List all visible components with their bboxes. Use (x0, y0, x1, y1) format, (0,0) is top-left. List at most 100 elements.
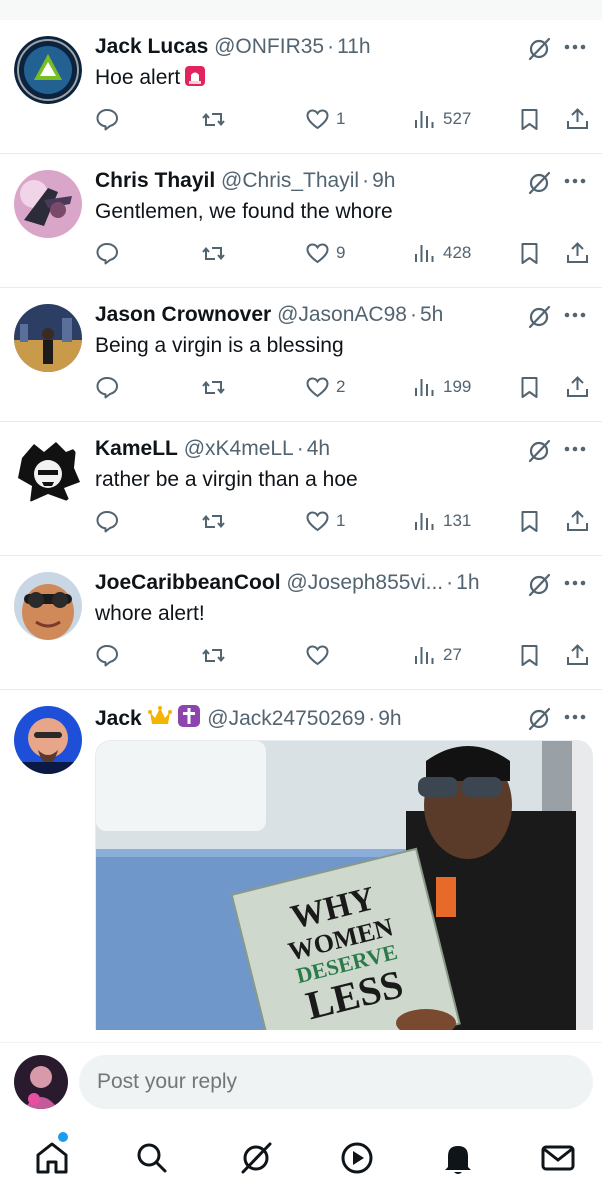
tweet[interactable]: Chris Thayil @Chris_Thayil · 9h Gentlemen,… (0, 154, 602, 288)
tweet-actions: 27 (95, 640, 588, 670)
bookmark-button[interactable] (517, 640, 542, 670)
bookmark-button[interactable] (517, 104, 542, 134)
like-button[interactable]: 2 (305, 372, 345, 402)
more-options-icon[interactable] (562, 34, 588, 60)
like-count: 1 (336, 109, 346, 128)
grok-icon[interactable] (526, 438, 552, 464)
timestamp[interactable]: 9h (378, 707, 401, 730)
separator-dot: · (409, 303, 417, 326)
share-button[interactable] (565, 640, 590, 670)
grok-icon[interactable] (526, 170, 552, 196)
reply-button[interactable] (95, 104, 120, 134)
more-options-icon[interactable] (562, 704, 588, 730)
more-options-icon[interactable] (562, 302, 588, 328)
author-name[interactable]: Jason Crownover (95, 303, 271, 326)
repost-button[interactable] (201, 506, 226, 536)
views-button[interactable]: 199 (412, 372, 471, 402)
bookmark-icon (521, 376, 538, 398)
tweet[interactable]: JoeCaribbeanCool @Joseph855vi... · 1h whor… (0, 556, 602, 690)
avatar[interactable] (14, 36, 82, 104)
repost-button[interactable] (201, 238, 226, 268)
view-count: 27 (443, 645, 462, 664)
like-button[interactable] (305, 640, 336, 670)
my-avatar[interactable] (14, 1055, 68, 1109)
views-button[interactable]: 428 (412, 238, 471, 268)
nav-grok[interactable] (236, 1138, 276, 1178)
author-name[interactable]: Jack Lucas (95, 35, 208, 58)
tweet-actions: 1 131 (95, 506, 588, 536)
author-handle[interactable]: @JasonAC98 (277, 303, 407, 326)
repost-button[interactable] (201, 372, 226, 402)
share-button[interactable] (565, 506, 590, 536)
like-button[interactable]: 1 (305, 506, 345, 536)
views-button[interactable]: 527 (412, 104, 471, 134)
avatar[interactable] (14, 304, 82, 372)
tweet-image[interactable]: WHY WOMEN DESERVE LESS (95, 740, 593, 1030)
author-name[interactable]: JoeCaribbeanCool (95, 571, 281, 594)
like-button[interactable]: 9 (305, 238, 345, 268)
author-handle[interactable]: @xK4meLL (184, 437, 294, 460)
timestamp[interactable]: 1h (456, 571, 479, 594)
more-options-icon[interactable] (562, 436, 588, 462)
reply-icon (96, 242, 118, 264)
tweet[interactable]: Jack Lucas @ONFIR35 · 11h Hoe alert 1 527 (0, 20, 602, 154)
share-button[interactable] (565, 238, 590, 268)
tweet-text-content: Hoe alert (95, 66, 181, 89)
repost-icon (202, 648, 225, 662)
reply-button[interactable] (95, 640, 120, 670)
repost-icon (202, 380, 225, 394)
repost-button[interactable] (201, 640, 226, 670)
cross-icon (178, 705, 201, 727)
bookmark-icon (521, 644, 538, 666)
like-button[interactable]: 1 (305, 104, 345, 134)
author-handle[interactable]: @Joseph855vi... (286, 571, 443, 594)
tweet[interactable]: KameLL @xK4meLL · 4h rather be a virgin th… (0, 422, 602, 556)
grok-icon[interactable] (526, 706, 552, 732)
views-button[interactable]: 27 (412, 640, 462, 670)
bookmark-button[interactable] (517, 372, 542, 402)
nav-messages[interactable] (538, 1138, 578, 1178)
author-name[interactable]: Chris Thayil (95, 169, 215, 192)
more-options-icon[interactable] (562, 570, 588, 596)
nav-video[interactable] (337, 1138, 377, 1178)
tweet[interactable]: Jason Crownover @JasonAC98 · 5h Being a vi… (0, 288, 602, 422)
grok-icon (241, 1142, 272, 1174)
tweet[interactable]: Jack @Jack24750269 · 9h WHY WOMEN DESERV… (0, 690, 602, 1030)
meme-image: WHY WOMEN DESERVE LESS (96, 741, 592, 1030)
reply-button[interactable] (95, 372, 120, 402)
share-button[interactable] (565, 372, 590, 402)
reply-button[interactable] (95, 506, 120, 536)
crown-icon (147, 706, 172, 724)
tweet-text: rather be a virgin than a hoe (95, 468, 358, 491)
nav-notifications[interactable] (438, 1138, 478, 1178)
repost-button[interactable] (201, 104, 226, 134)
bookmark-button[interactable] (517, 506, 542, 536)
author-name[interactable]: KameLL (95, 437, 178, 460)
reply-feed[interactable]: Jack Lucas @ONFIR35 · 11h Hoe alert 1 527 … (0, 20, 602, 1030)
grok-icon[interactable] (526, 304, 552, 330)
grok-icon[interactable] (526, 572, 552, 598)
avatar[interactable] (14, 572, 82, 640)
timestamp[interactable]: 9h (372, 169, 395, 192)
nav-home[interactable] (32, 1138, 72, 1178)
timestamp[interactable]: 5h (420, 303, 443, 326)
author-handle[interactable]: @ONFIR35 (214, 35, 324, 58)
grok-icon[interactable] (526, 36, 552, 62)
nav-search[interactable] (132, 1138, 172, 1178)
reply-input[interactable] (79, 1055, 593, 1109)
views-button[interactable]: 131 (412, 506, 471, 536)
avatar[interactable] (14, 438, 82, 506)
more-options-icon[interactable] (562, 168, 588, 194)
share-button[interactable] (565, 104, 590, 134)
repost-icon (202, 514, 225, 528)
author-handle[interactable]: @Jack24750269 (207, 707, 365, 730)
avatar[interactable] (14, 706, 82, 774)
heart-icon (306, 644, 329, 665)
reply-button[interactable] (95, 238, 120, 268)
timestamp[interactable]: 11h (337, 35, 370, 58)
author-handle[interactable]: @Chris_Thayil (221, 169, 359, 192)
avatar[interactable] (14, 170, 82, 238)
author-name[interactable]: Jack (95, 707, 142, 730)
bookmark-button[interactable] (517, 238, 542, 268)
timestamp[interactable]: 4h (307, 437, 330, 460)
